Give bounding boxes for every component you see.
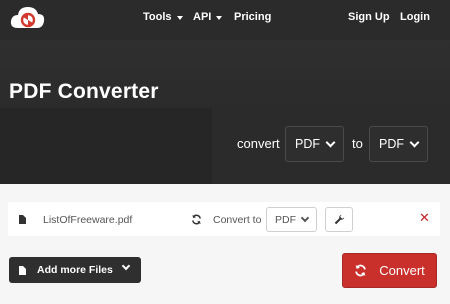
file-icon (19, 215, 26, 224)
wrench-icon (334, 214, 344, 225)
remove-file-icon[interactable]: ✕ (419, 210, 430, 226)
convert-to-label: Convert to (213, 214, 262, 226)
to-format-select[interactable]: PDF (369, 126, 428, 162)
target-format-select[interactable]: PDF (266, 207, 317, 232)
refresh-icon (192, 214, 201, 225)
to-format-value: PDF (379, 137, 404, 151)
chevron-down-icon (121, 261, 131, 271)
nav-tools-label: Tools (143, 11, 172, 23)
convert-button[interactable]: Convert (342, 253, 437, 288)
from-format-select[interactable]: PDF (285, 126, 344, 162)
page-title: PDF Converter (9, 80, 159, 103)
chevron-down-icon (216, 15, 223, 20)
hero-backdrop-panel (0, 108, 212, 184)
chevron-down-icon (300, 213, 310, 223)
refresh-icon (355, 264, 366, 277)
nav-pricing-label: Pricing (234, 11, 272, 23)
settings-button[interactable] (325, 207, 353, 232)
add-more-files-label: Add more Files (37, 264, 113, 276)
from-format-value: PDF (295, 137, 320, 151)
nav-pricing[interactable]: Pricing (234, 11, 271, 23)
cloudconvert-logo-icon[interactable] (9, 4, 46, 32)
chevron-down-icon (409, 137, 420, 148)
chevron-down-icon (325, 137, 336, 148)
nav-signup[interactable]: Sign Up (348, 11, 390, 23)
convert-label: convert (237, 136, 280, 151)
nav-api[interactable]: API (193, 11, 223, 23)
chevron-down-icon (176, 15, 183, 20)
nav-tools[interactable]: Tools (143, 11, 183, 23)
add-more-files-button[interactable]: Add more Files (9, 257, 141, 283)
nav-login-label: Login (400, 11, 430, 23)
file-name: ListOfFreeware.pdf (43, 214, 133, 226)
nav-api-label: API (193, 11, 212, 23)
nav-signup-label: Sign Up (348, 11, 390, 23)
file-add-icon (19, 265, 26, 275)
file-row: ListOfFreeware.pdf Convert to PDF ✕ (8, 202, 440, 236)
target-format-value: PDF (275, 213, 296, 226)
convert-button-label: Convert (379, 263, 425, 278)
to-label: to (352, 136, 363, 151)
nav-login[interactable]: Login (400, 11, 430, 23)
